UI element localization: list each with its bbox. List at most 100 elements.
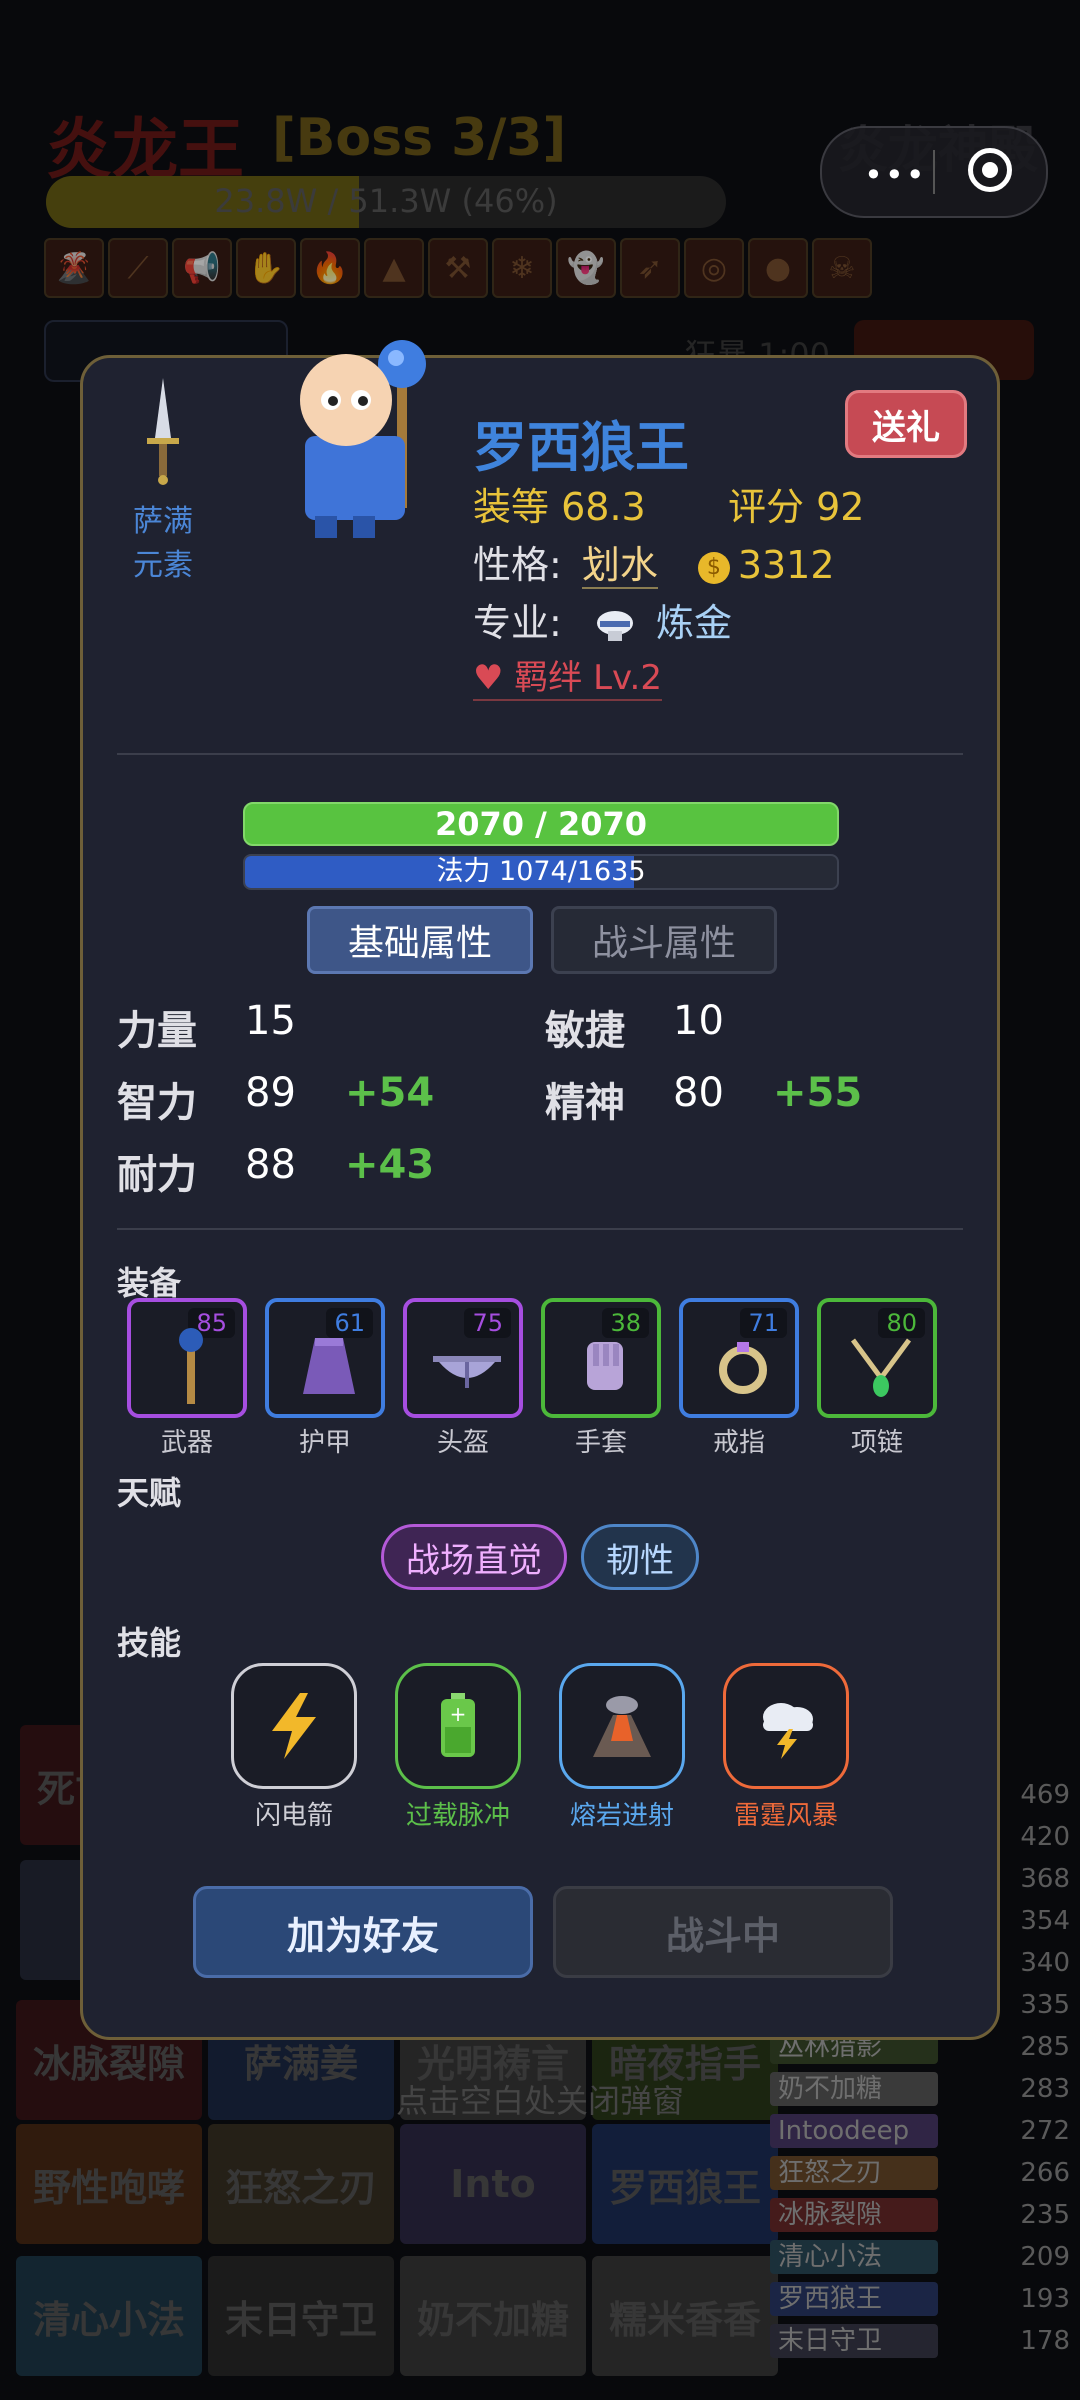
bond-level[interactable]: ♥ 羁绊 Lv.2 <box>473 650 662 701</box>
svg-text:+: + <box>450 1702 467 1726</box>
stat-value: 80 <box>673 1070 724 1116</box>
equip-name: 护甲 <box>298 1428 351 1458</box>
tab-basic-attributes[interactable]: 基础属性 <box>307 906 533 974</box>
equip-gloves[interactable]: 38 手套 <box>541 1298 661 1459</box>
health-text: 2070 / 2070 <box>434 805 648 843</box>
equip-slot[interactable]: 80 <box>817 1298 937 1418</box>
equip-slot[interactable]: 75 <box>403 1298 523 1418</box>
equip-armor[interactable]: 61 护甲 <box>265 1298 385 1459</box>
stat-bonus: +54 <box>345 1070 435 1116</box>
glove-icon <box>587 1342 623 1390</box>
equipment-row: 85 武器 61 护甲 75 头盔 38 手套 71 戒指 80 项链 <box>127 1298 937 1459</box>
divider <box>117 1228 963 1230</box>
rating: 评分 92 <box>728 476 864 531</box>
stat-value: 15 <box>245 998 296 1044</box>
character-avatar <box>300 340 426 538</box>
score-value: 92 <box>816 485 865 529</box>
equip-slot[interactable]: 71 <box>679 1298 799 1418</box>
tab-battle-attributes[interactable]: 战斗属性 <box>551 906 777 974</box>
bond-text: 羁绊 Lv.2 <box>514 658 662 698</box>
player-profile-modal: 送礼 萨满 元素 罗西狼王 装等 68.3 评分 92 性格: 划水 $3312 专… <box>80 340 1000 2040</box>
equip-slot[interactable]: 38 <box>541 1298 661 1418</box>
talent-toughness[interactable]: 韧性 <box>581 1524 699 1590</box>
equip-necklace[interactable]: 80 项链 <box>817 1298 937 1459</box>
talent-label: 天赋 <box>117 1474 182 1512</box>
add-friend-button[interactable]: 加为好友 <box>193 1886 533 1978</box>
lightning-icon[interactable] <box>231 1663 357 1789</box>
gift-button[interactable]: 送礼 <box>845 390 967 458</box>
skill-name: 雷霆风暴 <box>733 1801 838 1831</box>
stat-agility: 敏捷 10 <box>545 998 724 1056</box>
equip-weapon[interactable]: 85 武器 <box>127 1298 247 1459</box>
in-battle-button[interactable]: 战斗中 <box>553 1886 893 1978</box>
volcano-icon[interactable] <box>559 1663 685 1789</box>
skill-name: 熔岩进射 <box>569 1801 674 1831</box>
equip-name: 手套 <box>574 1428 627 1458</box>
mana-text: 法力 1074/1635 <box>436 856 646 887</box>
capsule-divider <box>933 150 935 194</box>
skill-thunderstorm[interactable]: 雷霆风暴 <box>723 1663 849 1832</box>
equip-slot[interactable]: 61 <box>265 1298 385 1418</box>
robe-icon <box>303 1338 355 1394</box>
miniprogram-capsule[interactable]: ••• <box>820 126 1048 218</box>
stat-value: 88 <box>245 1142 296 1188</box>
skill-row: 闪电箭 + 过载脉冲 熔岩进射 雷霆风暴 <box>231 1663 849 1832</box>
dagger-icon <box>147 378 179 485</box>
character-name: 罗西狼王 <box>473 416 689 479</box>
stat-label: 耐力 <box>117 1152 197 1198</box>
gold-coin-icon: $ <box>697 551 730 584</box>
more-icon[interactable]: ••• <box>864 156 927 194</box>
stat-label: 力量 <box>117 1008 197 1054</box>
talent-row: 战场直觉 韧性 <box>83 1524 997 1590</box>
skill-overload-pulse[interactable]: + 过载脉冲 <box>395 1663 521 1832</box>
gear-score: 装等 68.3 <box>473 476 646 531</box>
stat-value: 89 <box>245 1070 296 1116</box>
equip-name: 项链 <box>850 1428 903 1458</box>
mana-bar: 法力 1074/1635 <box>243 854 839 890</box>
skill-lava-burst[interactable]: 熔岩进射 <box>559 1663 685 1832</box>
battery-icon[interactable]: + <box>395 1663 521 1789</box>
equip-name: 武器 <box>160 1428 213 1458</box>
storm-cloud-icon[interactable] <box>723 1663 849 1789</box>
profession-label: 专业: <box>473 601 562 645</box>
close-miniprogram-icon[interactable] <box>968 148 1012 192</box>
skill-lightning-bolt[interactable]: 闪电箭 <box>231 1663 357 1832</box>
stat-label: 智力 <box>117 1080 197 1126</box>
score-label: 评分 <box>728 485 805 529</box>
health-bar: 2070 / 2070 <box>243 802 839 846</box>
stat-strength: 力量 15 <box>117 998 296 1056</box>
helmet-icon <box>433 1356 501 1388</box>
skill-name: 闪电箭 <box>254 1801 333 1831</box>
equip-name: 头盔 <box>436 1428 489 1458</box>
equip-ring[interactable]: 71 戒指 <box>679 1298 799 1459</box>
skill-label: 技能 <box>117 1624 182 1662</box>
heart-icon: ♥ <box>473 658 504 698</box>
ring-icon <box>719 1342 767 1394</box>
staff-icon <box>179 1328 203 1404</box>
stat-intellect: 智力 89 +54 <box>117 1070 434 1128</box>
stat-stamina: 耐力 88 +43 <box>117 1142 434 1200</box>
equip-slot[interactable]: 85 <box>127 1298 247 1418</box>
stat-spirit: 精神 80 +55 <box>545 1070 862 1128</box>
stat-bonus: +43 <box>345 1142 435 1188</box>
stat-value: 10 <box>673 998 724 1044</box>
personality-row: 性格: 划水 $3312 <box>473 534 835 589</box>
talent-battlefield-instinct[interactable]: 战场直觉 <box>381 1524 567 1590</box>
class-line-2: 元素 <box>133 548 193 583</box>
personality-label: 性格: <box>473 543 562 587</box>
gear-label: 装等 <box>473 485 550 529</box>
equip-helmet[interactable]: 75 头盔 <box>403 1298 523 1459</box>
necklace-icon <box>850 1338 912 1397</box>
equip-name: 戒指 <box>712 1428 765 1458</box>
class-line-1: 萨满 <box>133 504 193 539</box>
divider <box>117 753 963 755</box>
personality-value: 划水 <box>581 543 658 589</box>
stat-label: 敏捷 <box>545 1008 625 1054</box>
stat-label: 精神 <box>545 1080 625 1126</box>
profession-value: 炼金 <box>656 601 733 645</box>
class-name: 萨满 元素 <box>113 500 213 588</box>
alchemy-icon <box>596 610 633 641</box>
gold-amount: 3312 <box>737 543 835 587</box>
profession-row: 专业: 炼金 <box>473 592 732 647</box>
skill-name: 过载脉冲 <box>405 1801 510 1831</box>
